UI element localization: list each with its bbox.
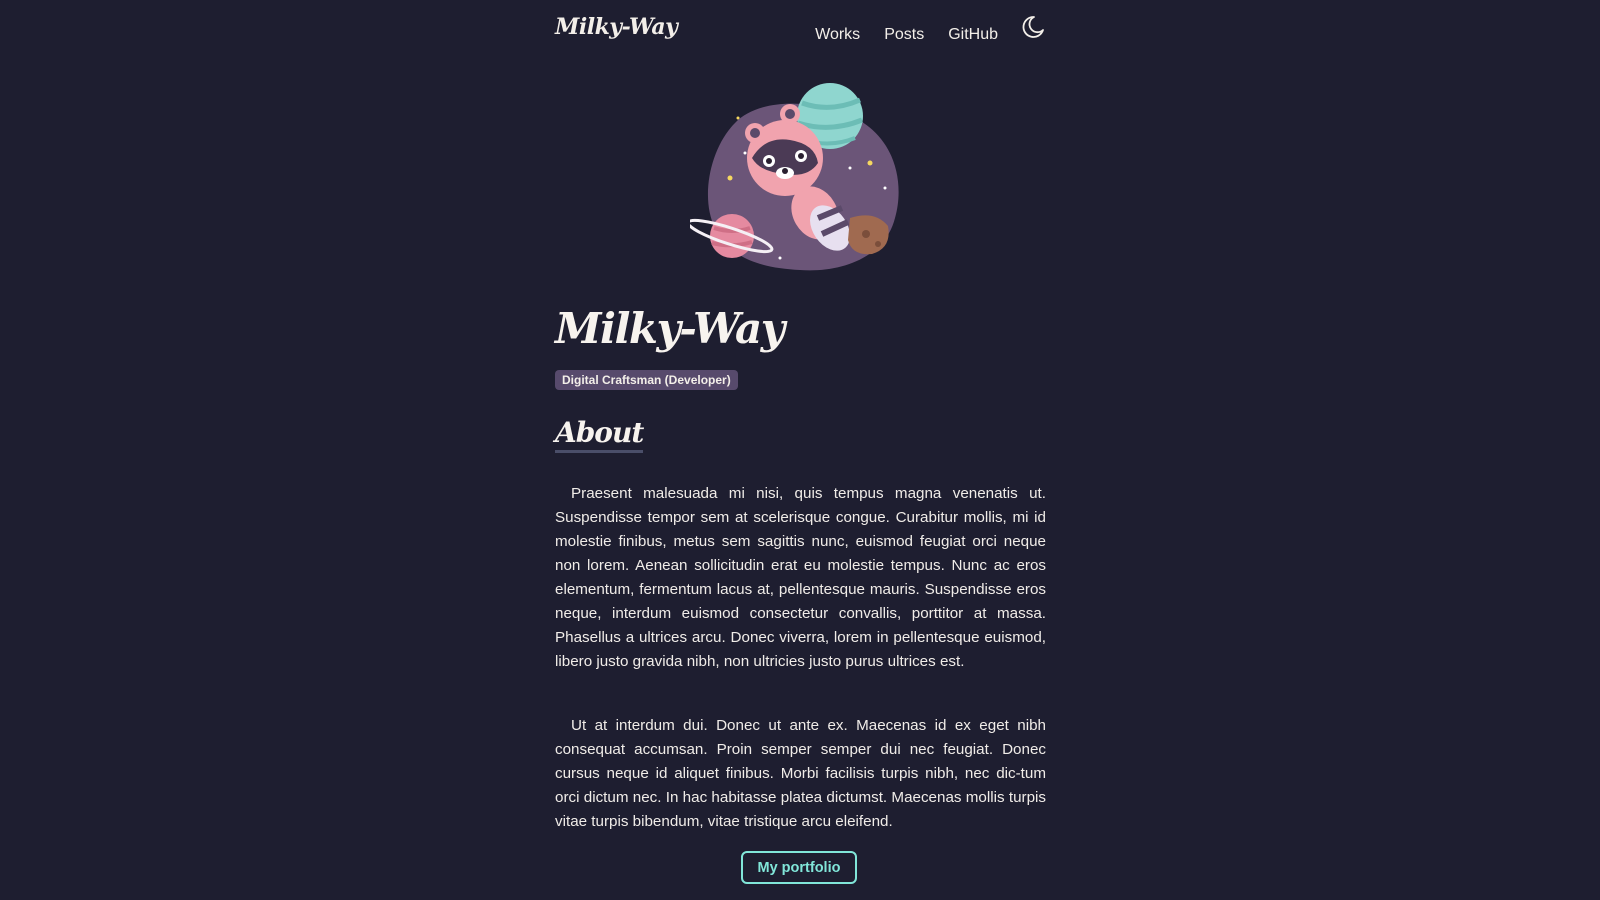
nav-link-posts[interactable]: Posts xyxy=(884,26,924,44)
nav-links: Works Posts GitHub xyxy=(815,26,998,44)
astronaut-raccoon-illustration xyxy=(686,83,899,271)
role-badge: Digital Craftsman (Developer) xyxy=(555,370,738,390)
site-logo[interactable]: Milky-Way xyxy=(555,14,678,40)
about-paragraph-1: Praesent malesuada mi nisi, quis tempus … xyxy=(555,485,1046,670)
nav-link-works[interactable]: Works xyxy=(815,26,860,44)
nav-link-github[interactable]: GitHub xyxy=(948,26,998,44)
page-title: Milky-Way xyxy=(555,304,785,353)
about-paragraph-2: Ut at interdum dui. Donec ut ante ex. Ma… xyxy=(555,717,1046,830)
theme-toggle-button[interactable] xyxy=(1020,14,1046,40)
about-heading: About xyxy=(555,417,644,453)
portfolio-button[interactable]: My portfolio xyxy=(741,851,857,884)
moon-icon xyxy=(1022,16,1044,38)
page-container: Milky-Way Works Posts GitHub Milky-Way D… xyxy=(555,0,1046,900)
hero-illustration xyxy=(686,78,910,278)
navbar: Milky-Way Works Posts GitHub xyxy=(555,0,1046,62)
